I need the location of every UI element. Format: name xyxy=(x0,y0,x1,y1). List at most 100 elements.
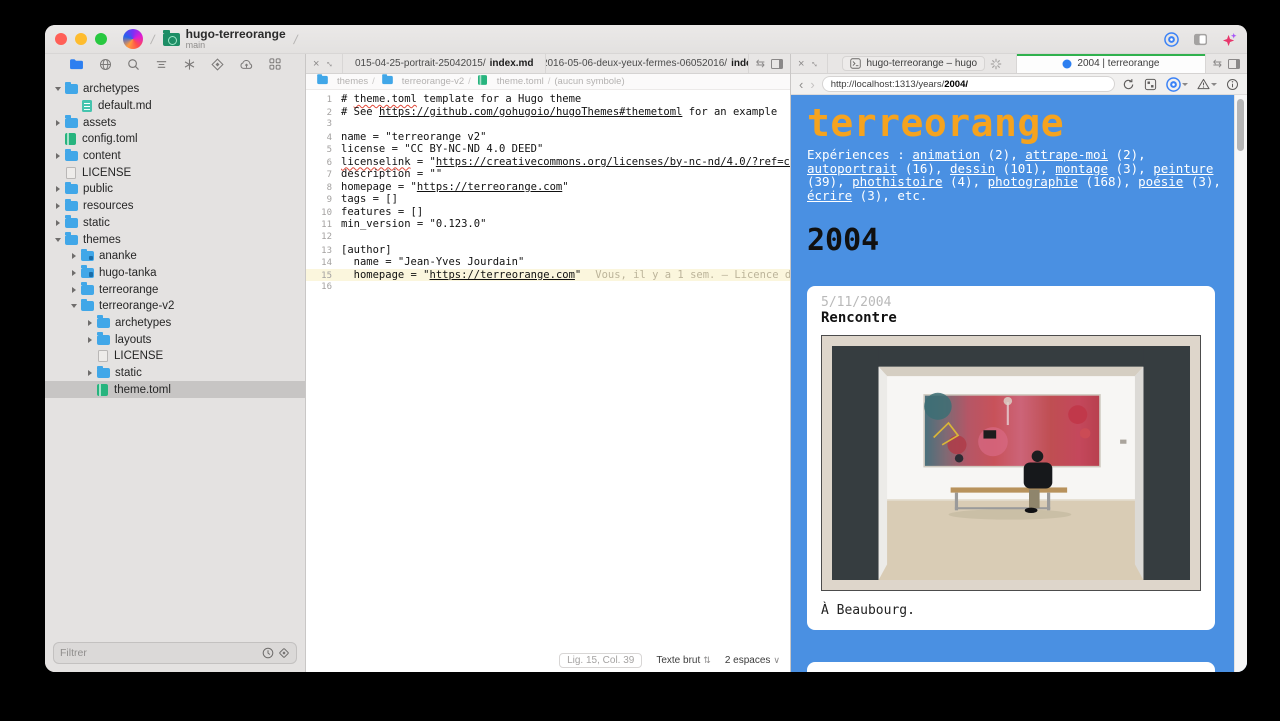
category-link-écrire[interactable]: écrire xyxy=(807,188,852,203)
globe-icon[interactable] xyxy=(99,58,112,71)
project-breadcrumb[interactable]: hugo-terreorange main xyxy=(186,28,286,50)
asterisk-icon[interactable] xyxy=(183,58,196,71)
back-button[interactable]: ‹ xyxy=(799,78,803,91)
chevron-down-icon[interactable] xyxy=(53,87,63,91)
tree-folder-layouts[interactable]: layouts xyxy=(45,331,305,348)
chevron-right-icon[interactable] xyxy=(53,220,63,226)
editor-tab-1[interactable]: 015-04-25-portrait-25042015/index.md xyxy=(342,54,545,73)
chevron-right-icon[interactable] xyxy=(53,203,63,209)
chevron-right-icon[interactable] xyxy=(69,287,79,293)
split-icon[interactable]: ⇆ xyxy=(756,57,765,70)
zoom-button[interactable] xyxy=(95,33,107,45)
chevron-down-icon[interactable] xyxy=(69,304,79,308)
split-icon[interactable]: ⇆ xyxy=(1213,57,1222,70)
chevron-right-icon[interactable] xyxy=(85,320,95,326)
tab-pill: hugo-terreorange – hugo xyxy=(842,56,985,71)
chevron-right-icon[interactable] xyxy=(85,337,95,343)
tree-folder-content[interactable]: content xyxy=(45,148,305,165)
syntax-mode-select[interactable]: Texte brut⇅ xyxy=(656,655,710,666)
code-link[interactable]: https://creativecommons.org/licenses/by-… xyxy=(436,156,790,168)
browser-action-info-icon[interactable] xyxy=(1226,78,1239,91)
chevron-down-icon[interactable] xyxy=(53,238,63,242)
sparkle-icon[interactable] xyxy=(1222,32,1237,47)
tree-file-default.md[interactable]: default.md xyxy=(45,98,305,115)
post-title[interactable]: Rencontre xyxy=(821,310,1201,327)
window-titlebar[interactable]: / hugo-terreorange main / xyxy=(45,25,1247,54)
forward-button[interactable]: › xyxy=(810,78,814,91)
tree-folder-ananke[interactable]: ananke xyxy=(45,248,305,265)
category-link-photographie[interactable]: photographie xyxy=(988,174,1078,189)
indent-select[interactable]: 2 espaces∨ xyxy=(725,655,780,666)
scrollbar-track[interactable] xyxy=(1234,95,1247,672)
extensions-icon[interactable] xyxy=(211,58,224,71)
scrollbar-thumb[interactable] xyxy=(1237,99,1244,151)
chevron-right-icon[interactable] xyxy=(69,270,79,276)
breadcrumb-item-theme.toml[interactable]: theme.toml xyxy=(475,74,544,89)
panel-toggle-icon[interactable] xyxy=(1228,59,1240,69)
close-tab-icon[interactable]: × xyxy=(798,58,804,70)
browser-pane: × ↔ hugo-terreorange – hugo 2004 | terreo… xyxy=(791,54,1247,672)
grid-icon[interactable] xyxy=(269,58,281,70)
url-input[interactable]: http://localhost:1313/years/2004/ xyxy=(822,76,1115,92)
browser-action-issues-icon[interactable] xyxy=(1197,78,1217,90)
panel-toggle-icon[interactable] xyxy=(771,59,783,69)
tree-item-label: config.toml xyxy=(82,133,138,145)
tree-file-LICENSE[interactable]: LICENSE xyxy=(45,164,305,181)
search-icon[interactable] xyxy=(127,58,140,71)
site-title[interactable]: terreorange xyxy=(807,101,1227,145)
cursor-position: Lig. 15, Col. 39 xyxy=(559,653,642,668)
tree-folder-assets[interactable]: assets xyxy=(45,114,305,131)
tree-item-label: theme.toml xyxy=(114,384,171,396)
code-link[interactable]: https://terreorange.com xyxy=(430,269,575,281)
tree-folder-themes[interactable]: themes xyxy=(45,231,305,248)
code-link[interactable]: https://github.com/gohugoio/hugoThemes#t… xyxy=(379,106,682,118)
tree-folder-terreorange-v2[interactable]: terreorange-v2 xyxy=(45,298,305,315)
tree-folder-terreorange[interactable]: terreorange xyxy=(45,281,305,298)
expand-icon[interactable]: ↔ xyxy=(323,56,338,71)
minimize-button[interactable] xyxy=(75,33,87,45)
browser-action-reload-icon[interactable] xyxy=(1122,78,1135,91)
tree-file-config.toml[interactable]: config.toml xyxy=(45,131,305,148)
files-icon[interactable] xyxy=(69,58,84,70)
chevron-right-icon[interactable] xyxy=(53,120,63,126)
diamond-icon[interactable] xyxy=(278,647,290,659)
category-link-phothistoire[interactable]: phothistoire xyxy=(852,174,942,189)
filter-input[interactable]: Filtrer xyxy=(60,647,262,659)
breadcrumb-item-terreorange-v2[interactable]: terreorange-v2 xyxy=(379,75,464,88)
tree-file-LICENSE[interactable]: LICENSE xyxy=(45,348,305,365)
breadcrumb-item-themes[interactable]: themes xyxy=(314,75,368,88)
category-link-poésie[interactable]: poésie xyxy=(1138,174,1183,189)
folder-icon xyxy=(97,335,110,345)
symbols-icon[interactable] xyxy=(155,58,168,71)
chevron-right-icon[interactable] xyxy=(53,186,63,192)
tree-folder-static[interactable]: static xyxy=(45,215,305,232)
code-editor[interactable]: 1# theme.toml template for a Hugo theme2… xyxy=(306,90,790,648)
tree-item-label: LICENSE xyxy=(82,167,131,179)
preview-eye-icon[interactable] xyxy=(1164,32,1179,47)
browser-tab-1[interactable]: hugo-terreorange – hugo xyxy=(827,54,1016,73)
cloud-icon[interactable] xyxy=(239,59,254,70)
editor-tab-2[interactable]: 2016-05-06-deux-yeux-fermes-06052016/ind… xyxy=(545,54,748,73)
close-tab-icon[interactable]: × xyxy=(313,58,319,70)
chevron-right-icon[interactable] xyxy=(69,253,79,259)
tree-folder-public[interactable]: public xyxy=(45,181,305,198)
close-button[interactable] xyxy=(55,33,67,45)
clock-icon[interactable] xyxy=(262,647,274,659)
browser-action-tabs-overview-icon[interactable] xyxy=(1144,78,1157,91)
panel-icon[interactable] xyxy=(1193,33,1208,46)
tree-folder-archetypes[interactable]: archetypes xyxy=(45,81,305,98)
tree-folder-archetypes[interactable]: archetypes xyxy=(45,315,305,332)
tree-folder-hugo-tanka[interactable]: hugo-tanka xyxy=(45,265,305,282)
browser-action-preview-eye-icon[interactable] xyxy=(1166,77,1188,92)
tree-folder-static[interactable]: static xyxy=(45,365,305,382)
chevron-right-icon[interactable] xyxy=(85,370,95,376)
line-number: 8 xyxy=(306,182,341,195)
filter-bar[interactable]: Filtrer xyxy=(53,642,297,664)
tree-folder-resources[interactable]: resources xyxy=(45,198,305,215)
browser-tab-2[interactable]: 2004 | terreorange xyxy=(1016,54,1205,73)
tree-file-theme.toml[interactable]: theme.toml xyxy=(45,381,305,398)
expand-icon[interactable]: ↔ xyxy=(808,56,823,71)
code-link[interactable]: https://terreorange.com xyxy=(417,181,562,193)
breadcrumb-item-(aucun symbole)[interactable]: (aucun symbole) xyxy=(554,76,624,87)
chevron-right-icon[interactable] xyxy=(53,153,63,159)
